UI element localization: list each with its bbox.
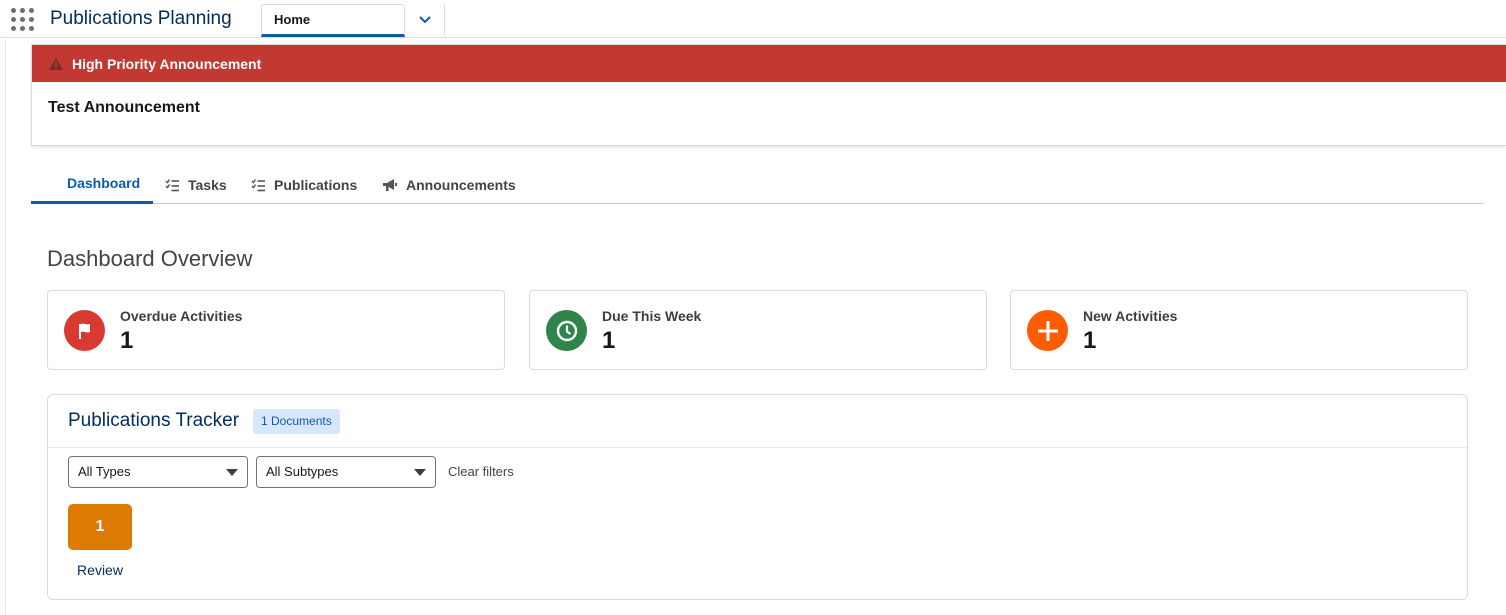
clock-icon <box>546 310 587 351</box>
announcement-header: High Priority Announcement <box>32 45 1506 82</box>
stat-card-new-activities[interactable]: New Activities 1 <box>1010 290 1468 370</box>
nav-tab-home[interactable]: Home <box>261 4 405 37</box>
announcement-card: High Priority Announcement Test Announce… <box>31 44 1506 146</box>
status-tile-review[interactable]: 1 <box>68 504 132 550</box>
stat-value: 1 <box>120 327 134 354</box>
subtype-filter-select[interactable]: All Subtypes <box>256 456 436 488</box>
task-list-icon <box>165 178 179 191</box>
tab-publications[interactable]: Publications <box>251 165 357 204</box>
stat-value: 1 <box>602 327 616 354</box>
tracker-title: Publications Tracker <box>68 410 240 431</box>
tab-announcements-label: Announcements <box>406 176 516 193</box>
stat-label: New Activities <box>1083 308 1178 324</box>
announcement-title: High Priority Announcement <box>72 55 262 72</box>
document-count-badge: 1 Documents <box>253 409 340 434</box>
tab-publications-label: Publications <box>274 176 358 193</box>
app-header: Publications Planning Home <box>0 0 1506 38</box>
app-launcher-icon[interactable] <box>11 8 34 31</box>
dashboard-tabs: Dashboard Tasks Publications Announcemen… <box>31 165 1484 204</box>
type-filter-value: All Types <box>78 464 131 479</box>
tab-dashboard-label: Dashboard <box>67 175 141 191</box>
task-list-icon <box>251 178 265 191</box>
nav-menu-chevron-down-icon[interactable] <box>405 4 445 35</box>
stat-label: Due This Week <box>602 308 702 324</box>
stat-label: Overdue Activities <box>120 308 243 324</box>
warning-icon <box>49 57 63 70</box>
announcement-body: Test Announcement <box>48 99 201 116</box>
type-filter-select[interactable]: All Types <box>68 456 248 488</box>
status-label-review: Review <box>77 562 123 578</box>
publications-tracker: Publications Tracker 1 Documents All Typ… <box>47 394 1468 600</box>
tab-tasks-label: Tasks <box>188 176 227 193</box>
stat-value: 1 <box>1083 327 1097 354</box>
megaphone-icon <box>383 178 397 191</box>
caret-down-icon <box>226 469 238 476</box>
subtype-filter-value: All Subtypes <box>266 464 339 479</box>
stat-card-due-this-week[interactable]: Due This Week 1 <box>529 290 987 370</box>
caret-down-icon <box>414 469 426 476</box>
tab-dashboard[interactable]: Dashboard <box>31 165 153 204</box>
clear-filters-link[interactable]: Clear filters <box>448 464 514 479</box>
left-scroll-edge <box>0 39 6 615</box>
tab-announcements[interactable]: Announcements <box>382 165 516 204</box>
app-name: Publications Planning <box>50 8 232 29</box>
nav-tab-label: Home <box>274 12 311 27</box>
tracker-header: Publications Tracker 1 Documents <box>48 395 1467 448</box>
page-title: Dashboard Overview <box>47 246 253 271</box>
plus-icon <box>1027 310 1068 351</box>
flag-icon <box>64 310 105 351</box>
tab-tasks[interactable]: Tasks <box>165 165 227 204</box>
stat-card-overdue[interactable]: Overdue Activities 1 <box>47 290 505 370</box>
